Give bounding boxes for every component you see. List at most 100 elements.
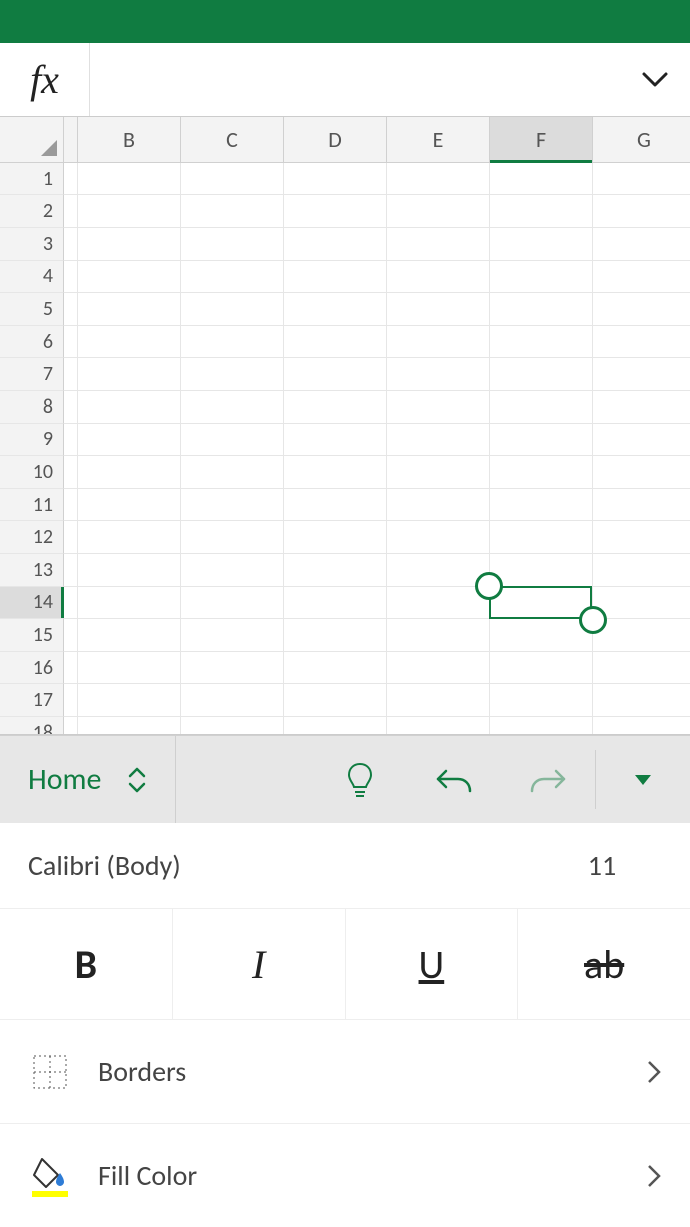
cell[interactable] [387,261,490,294]
cell[interactable] [78,228,181,261]
cell[interactable] [64,326,78,359]
cell[interactable] [387,293,490,326]
row-header-15[interactable]: 15 [0,619,64,652]
cell[interactable] [284,261,387,294]
row-header-10[interactable]: 10 [0,456,64,489]
cell[interactable] [78,163,181,196]
cell[interactable] [284,489,387,522]
cell[interactable] [64,228,78,261]
cell[interactable] [284,424,387,457]
cell[interactable] [593,587,690,620]
bold-button[interactable]: B [0,909,172,1019]
selection-handle-bottom-right[interactable] [579,606,607,634]
cell[interactable] [490,717,593,734]
row-header-8[interactable]: 8 [0,391,64,424]
cell[interactable] [181,456,284,489]
cell[interactable] [64,587,78,620]
cell[interactable] [490,587,593,620]
cell[interactable] [181,293,284,326]
row-header-2[interactable]: 2 [0,195,64,228]
row-header-1[interactable]: 1 [0,163,64,196]
cell[interactable] [284,619,387,652]
cell[interactable] [593,489,690,522]
row-header-13[interactable]: 13 [0,554,64,587]
column-header-B[interactable]: B [78,117,181,162]
cell[interactable] [78,684,181,717]
cell[interactable] [284,652,387,685]
cell[interactable] [181,228,284,261]
select-all-corner[interactable] [0,117,64,162]
cell[interactable] [284,326,387,359]
row-header-9[interactable]: 9 [0,424,64,457]
cell[interactable] [78,587,181,620]
cell[interactable] [593,228,690,261]
cell[interactable] [181,261,284,294]
cell[interactable] [387,163,490,196]
cell[interactable] [64,424,78,457]
cell[interactable] [387,717,490,734]
row-header-3[interactable]: 3 [0,228,64,261]
cell[interactable] [64,619,78,652]
cell[interactable] [64,717,78,734]
row-header-11[interactable]: 11 [0,489,64,522]
underline-button[interactable]: U [345,909,518,1019]
cell[interactable] [78,489,181,522]
row-header-17[interactable]: 17 [0,684,64,717]
cell[interactable] [490,358,593,391]
cell[interactable] [181,195,284,228]
column-header-A[interactable] [64,117,78,162]
more-menu-button[interactable] [596,736,690,823]
cell[interactable] [181,684,284,717]
cell[interactable] [593,424,690,457]
column-header-F[interactable]: F [490,117,593,162]
cell[interactable] [387,195,490,228]
ribbon-tab-switcher[interactable]: Home [0,736,176,823]
cell[interactable] [78,652,181,685]
cell[interactable] [284,717,387,734]
row-header-18[interactable]: 18 [0,717,64,734]
cell[interactable] [64,391,78,424]
cell[interactable] [490,554,593,587]
cell[interactable] [78,326,181,359]
cell[interactable] [490,391,593,424]
cell[interactable] [181,619,284,652]
cell[interactable] [78,456,181,489]
cell[interactable] [593,652,690,685]
cell[interactable] [64,293,78,326]
cell[interactable] [284,228,387,261]
cell[interactable] [387,619,490,652]
cell[interactable] [284,195,387,228]
cell[interactable] [181,163,284,196]
cell[interactable] [593,195,690,228]
cell[interactable] [593,456,690,489]
cell[interactable] [78,717,181,734]
cell[interactable] [387,326,490,359]
cell[interactable] [387,456,490,489]
cell[interactable] [64,456,78,489]
undo-button[interactable] [407,736,501,823]
cell[interactable] [64,163,78,196]
cell[interactable] [490,326,593,359]
cell[interactable] [181,587,284,620]
column-header-G[interactable]: G [593,117,690,162]
column-header-D[interactable]: D [284,117,387,162]
cell[interactable] [593,358,690,391]
cell[interactable] [181,652,284,685]
cell[interactable] [490,293,593,326]
cell[interactable] [64,554,78,587]
row-header-7[interactable]: 7 [0,358,64,391]
row-header-14[interactable]: 14 [0,587,64,620]
cell[interactable] [490,684,593,717]
selection-handle-top-left[interactable] [475,572,503,600]
cell[interactable] [181,424,284,457]
cell[interactable] [64,652,78,685]
cell[interactable] [490,424,593,457]
cell[interactable] [78,195,181,228]
cell[interactable] [78,521,181,554]
cell[interactable] [490,619,593,652]
cell[interactable] [593,326,690,359]
cell[interactable] [387,228,490,261]
row-header-5[interactable]: 5 [0,293,64,326]
fx-button[interactable]: fx [0,43,90,116]
grid-body[interactable]: 1 2 3 4 5 6 7 8 9 10 11 12 13 14 15 16 1… [0,163,690,734]
